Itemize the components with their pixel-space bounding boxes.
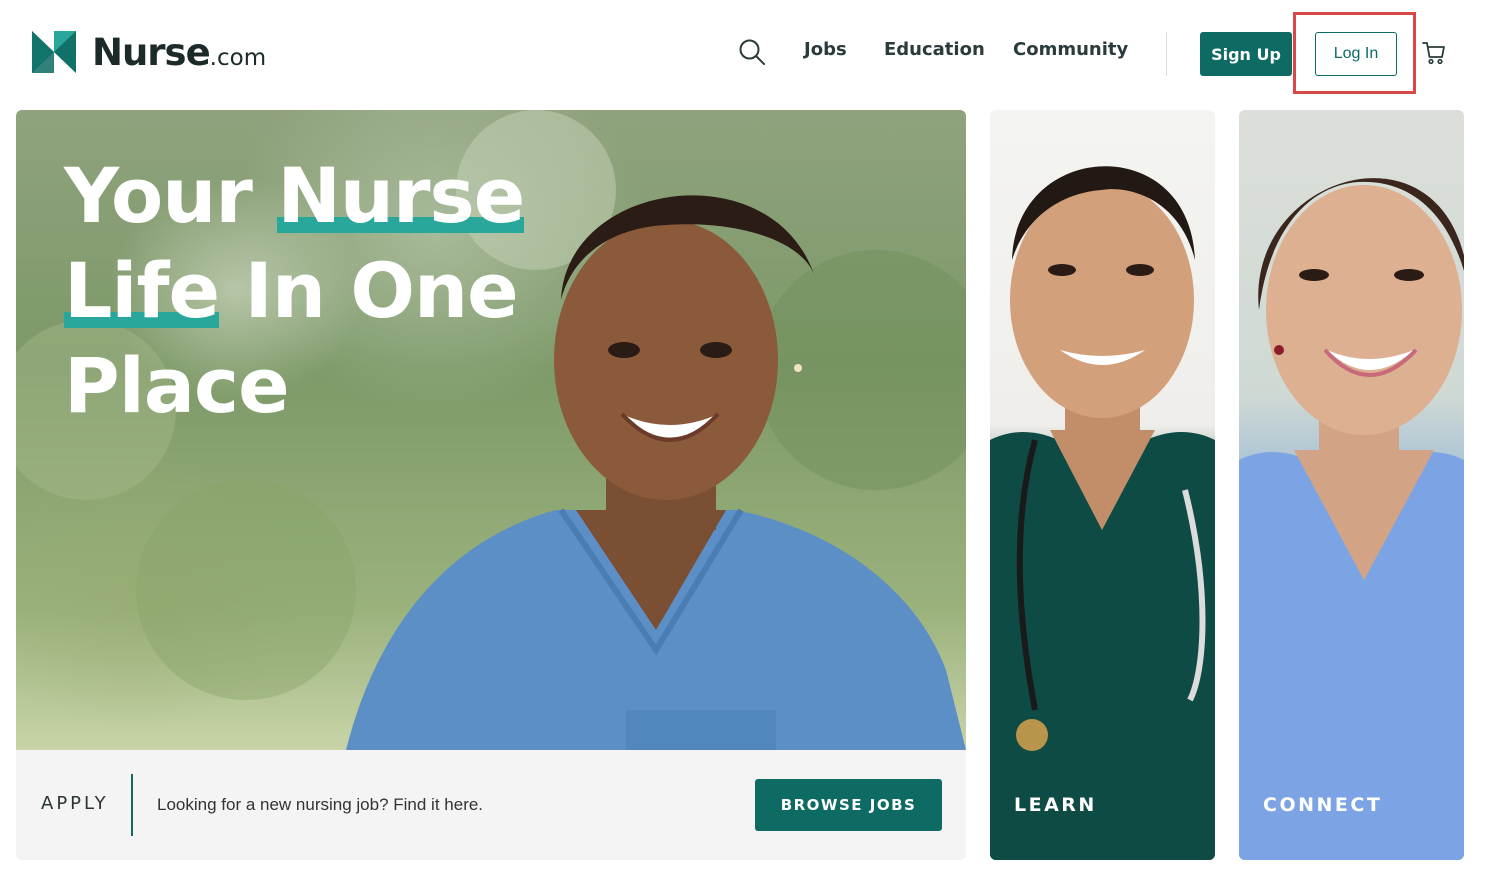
male-nurse-photo: [990, 166, 1215, 860]
headline-line-1: Your Nurse: [64, 148, 525, 243]
sign-up-button[interactable]: Sign Up: [1200, 32, 1292, 76]
headline-nurse-highlight: Nurse: [277, 151, 525, 240]
apply-bar: APPLY Looking for a new nursing job? Fin…: [16, 750, 966, 860]
logo-tld: .com: [209, 44, 267, 71]
site-logo[interactable]: Nurse.com: [32, 30, 266, 74]
connect-label: CONNECT: [1263, 794, 1383, 816]
apply-divider: [131, 774, 133, 836]
hero-card: Your Nurse Life In One Place APPLY Looki…: [16, 110, 966, 860]
connect-card[interactable]: CONNECT: [1239, 110, 1464, 860]
nurse-logo-icon: [32, 31, 76, 73]
nav-jobs[interactable]: Jobs: [804, 39, 847, 60]
headline-life-highlight: Life: [64, 246, 220, 335]
nav-divider: [1166, 32, 1167, 76]
apply-description: Looking for a new nursing job? Find it h…: [157, 795, 484, 814]
logo-wordmark: Nurse.com: [92, 34, 266, 71]
female-nurse-photo: [1239, 178, 1464, 860]
headline-in-one: In One: [219, 246, 519, 335]
search-icon[interactable]: [738, 38, 766, 66]
hero-headline: Your Nurse Life In One Place: [64, 148, 525, 433]
apply-label: APPLY: [41, 793, 109, 814]
hero-nurse-photo: Your Nurse Life In One Place: [16, 110, 966, 750]
nav-community[interactable]: Community: [1013, 39, 1128, 60]
headline-your: Your: [64, 151, 278, 240]
logo-name: Nurse: [92, 30, 211, 74]
learn-label: LEARN: [1014, 794, 1097, 816]
nav-education[interactable]: Education: [884, 39, 985, 60]
learn-card[interactable]: LEARN: [990, 110, 1215, 860]
browse-jobs-button[interactable]: BROWSE JOBS: [755, 779, 942, 831]
headline-line-2: Life In One: [64, 243, 524, 338]
headline-line-3: Place: [64, 341, 290, 430]
log-in-button[interactable]: Log In: [1315, 32, 1397, 76]
cart-icon[interactable]: [1421, 40, 1447, 66]
